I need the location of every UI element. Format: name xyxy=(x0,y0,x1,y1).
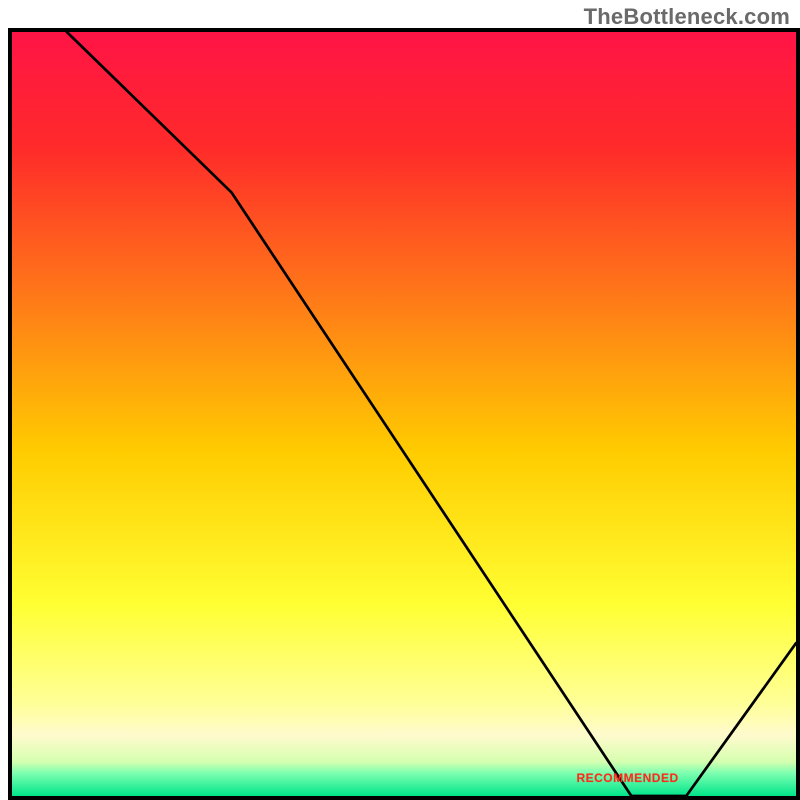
chart-stage: TheBottleneck.com RECOMMENDED xyxy=(0,0,800,800)
chart-line-layer xyxy=(12,32,796,796)
plot-frame: RECOMMENDED xyxy=(8,28,800,800)
recommended-label: RECOMMENDED xyxy=(576,771,678,785)
chart-line xyxy=(67,32,796,796)
watermark-text: TheBottleneck.com xyxy=(584,4,790,30)
